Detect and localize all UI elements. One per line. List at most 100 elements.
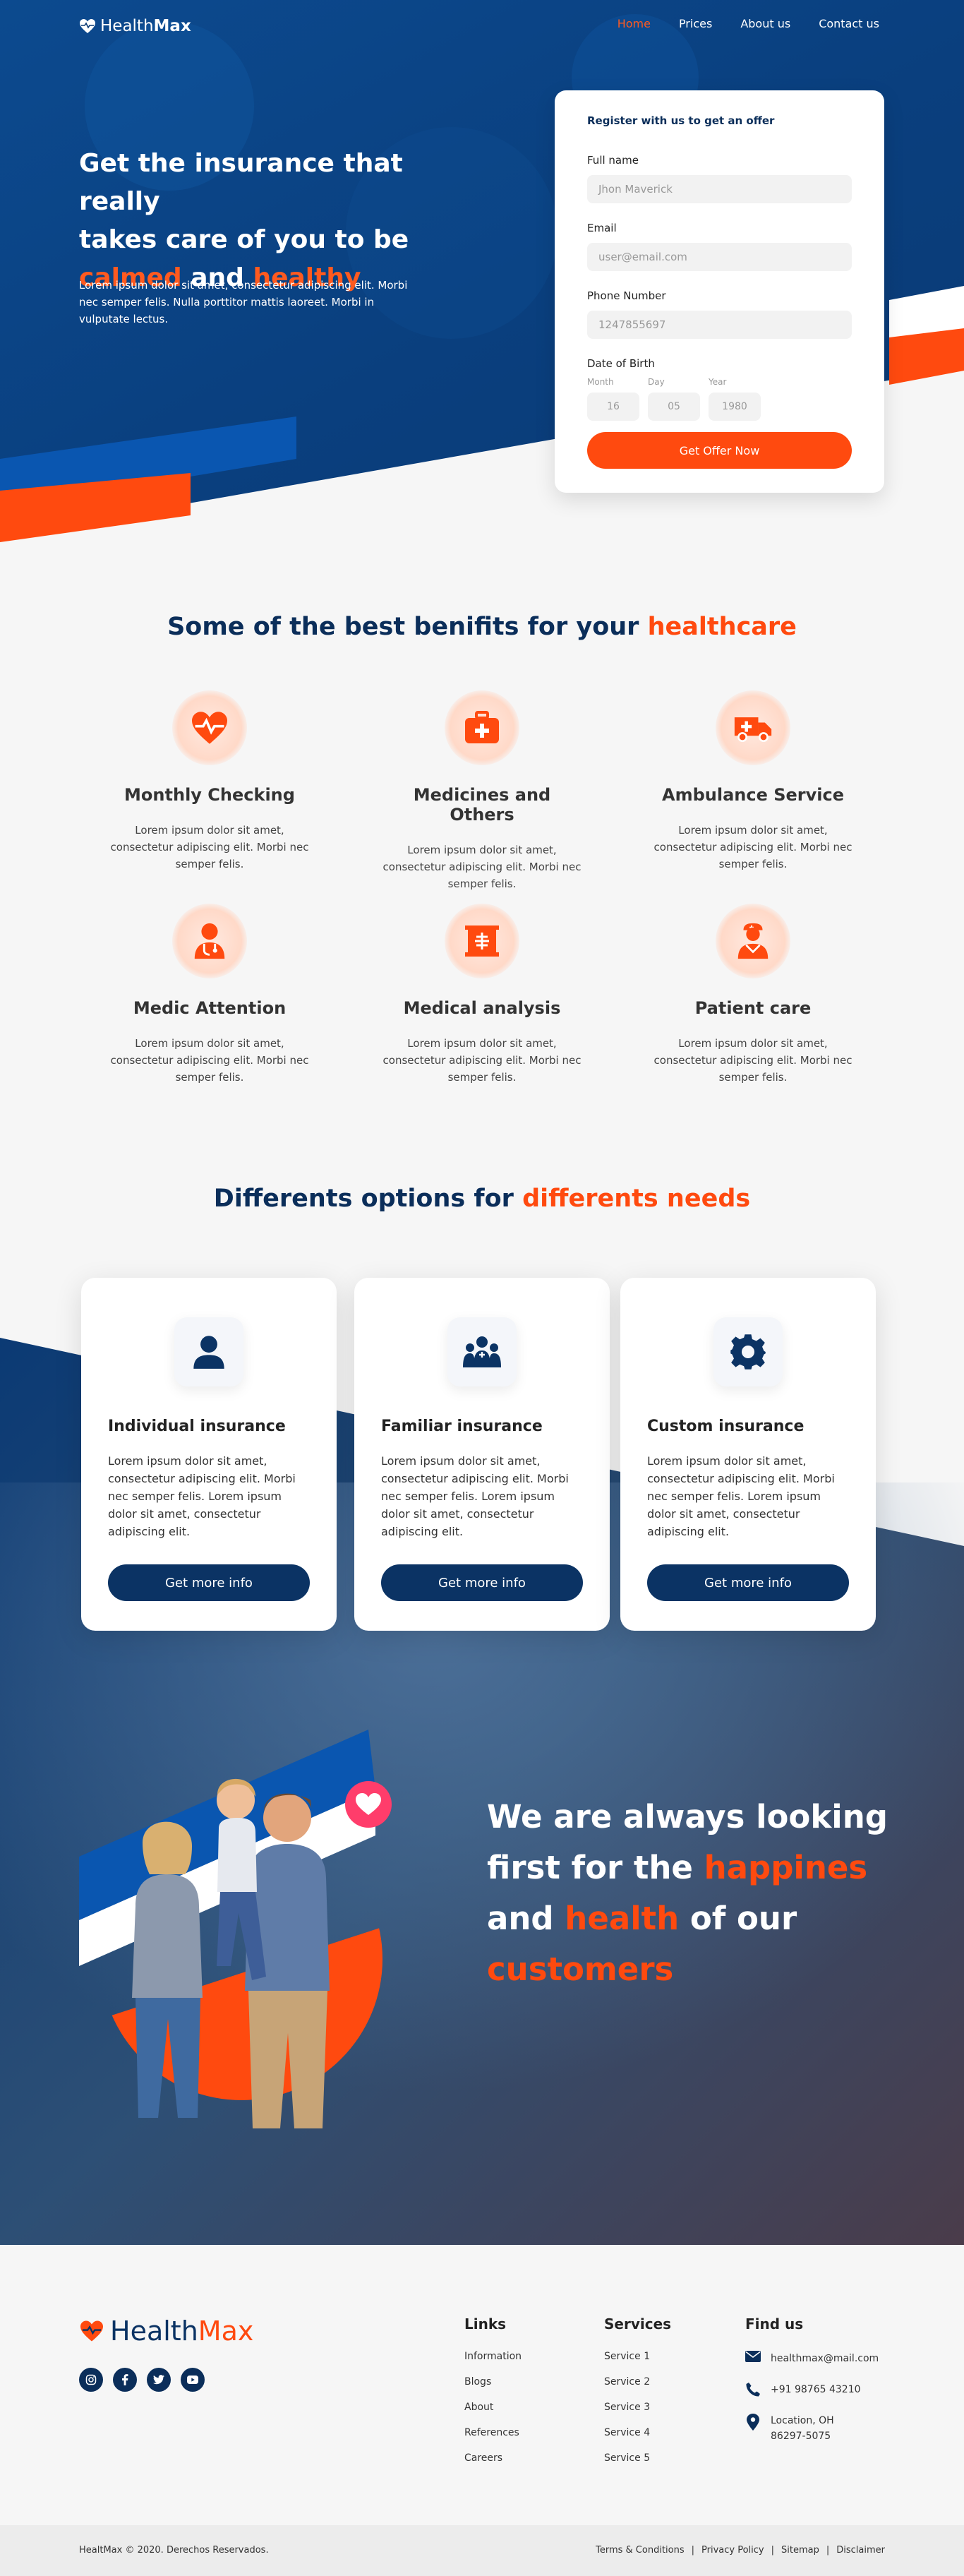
get-offer-button[interactable]: Get Offer Now bbox=[587, 432, 852, 469]
happiness-line1: We are always looking bbox=[487, 1798, 888, 1835]
family-icon bbox=[463, 1336, 501, 1367]
happiness-title: We are always looking first for the happ… bbox=[487, 1792, 910, 1995]
footer-phone[interactable]: +91 98765 43210 bbox=[745, 2382, 879, 2397]
x-ray-icon bbox=[465, 925, 499, 957]
main-nav: Home Prices About us Contact us bbox=[617, 17, 879, 30]
logo-text-light: Health bbox=[100, 17, 154, 35]
happiness-line3-post: of our bbox=[679, 1900, 797, 1937]
phone-icon bbox=[746, 2383, 760, 2397]
privacy-link[interactable]: Privacy Policy bbox=[701, 2545, 764, 2556]
footer-location[interactable]: Location, OH 86297-5075 bbox=[745, 2413, 879, 2444]
options-title-text: Differents options for bbox=[213, 1185, 523, 1213]
sitemap-link[interactable]: Sitemap bbox=[781, 2545, 819, 2556]
option-title: Custom insurance bbox=[647, 1418, 805, 1435]
benefit-text: Lorem ipsum dolor sit amet, consectetur … bbox=[653, 1037, 852, 1084]
benefit-item: Monthly Checking Lorem ipsum dolor sit a… bbox=[107, 690, 312, 873]
benefit-text: Lorem ipsum dolor sit amet, consectetur … bbox=[653, 824, 852, 870]
email-input[interactable]: user@email.com bbox=[587, 243, 852, 271]
terms-link[interactable]: Terms & Conditions bbox=[596, 2545, 685, 2556]
gear-icon bbox=[730, 1334, 766, 1370]
benefit-item: Patient care Lorem ipsum dolor sit amet,… bbox=[651, 904, 855, 1086]
more-info-button[interactable]: Get more info bbox=[381, 1564, 583, 1601]
benefit-text: Lorem ipsum dolor sit amet, consectetur … bbox=[382, 1037, 582, 1084]
benefits-title: Some of the best benifits for your healt… bbox=[0, 613, 964, 641]
instagram-icon[interactable] bbox=[79, 2368, 103, 2392]
benefit-icon-circle bbox=[716, 904, 790, 978]
dob-label: Date of Birth bbox=[587, 357, 655, 370]
dob-year: Year 1980 bbox=[709, 377, 761, 421]
nav-contact[interactable]: Contact us bbox=[819, 17, 879, 30]
heart-pulse-logo-icon bbox=[80, 2320, 103, 2342]
form-title: Register with us to get an offer bbox=[587, 114, 775, 127]
more-info-button[interactable]: Get more info bbox=[647, 1564, 849, 1601]
dob-month-input[interactable]: 16 bbox=[587, 393, 639, 421]
footer-service-3[interactable]: Service 3 bbox=[604, 2402, 671, 2427]
logo-text-bold: Max bbox=[153, 17, 191, 35]
option-title: Individual insurance bbox=[108, 1418, 286, 1435]
hero-title-line1: Get the insurance that really bbox=[79, 149, 403, 216]
happiness-line2: first for the bbox=[487, 1849, 704, 1886]
footer-logo-text: Health bbox=[110, 2316, 198, 2347]
heart-pulse-icon bbox=[192, 712, 227, 744]
twitter-icon[interactable] bbox=[147, 2368, 171, 2392]
dob-row: Month 16 Day 05 Year 1980 bbox=[587, 377, 852, 421]
footer-find-title: Find us bbox=[745, 2316, 804, 2332]
benefit-icon-circle bbox=[172, 904, 247, 978]
nav-prices[interactable]: Prices bbox=[679, 17, 712, 30]
benefit-text: Lorem ipsum dolor sit amet, consectetur … bbox=[382, 844, 582, 890]
benefits-title-text: Some of the best benifits for your bbox=[167, 613, 648, 641]
facebook-icon[interactable] bbox=[113, 2368, 137, 2392]
user-icon bbox=[193, 1336, 224, 1369]
hero-section: Health Max Home Prices About us Contact u… bbox=[0, 0, 964, 551]
footer-service-2[interactable]: Service 2 bbox=[604, 2376, 671, 2402]
option-title: Familiar insurance bbox=[381, 1418, 543, 1435]
footer-link-about[interactable]: About bbox=[464, 2402, 522, 2427]
benefit-title: Patient care bbox=[694, 998, 812, 1018]
benefits-title-highlight: healthcare bbox=[647, 613, 797, 641]
phone-input[interactable]: 1247855697 bbox=[587, 311, 852, 339]
full-name-input[interactable]: Jhon Maverick bbox=[587, 175, 852, 203]
ambulance-icon bbox=[734, 717, 772, 742]
footer-service-5[interactable]: Service 5 bbox=[604, 2452, 671, 2478]
happiness-line3-highlight: health bbox=[565, 1900, 680, 1937]
mail-icon bbox=[745, 2351, 761, 2362]
logo[interactable]: Health Max bbox=[79, 16, 191, 37]
location-pin-icon bbox=[747, 2414, 759, 2431]
footer-email[interactable]: healthmax@mail.com bbox=[745, 2351, 879, 2366]
benefit-item: Medicines and Others Lorem ipsum dolor s… bbox=[380, 690, 584, 892]
benefit-text: Lorem ipsum dolor sit amet, consectetur … bbox=[110, 824, 309, 870]
footer: Health Max Links Information Blogs About … bbox=[0, 2245, 964, 2525]
footer-link-blogs[interactable]: Blogs bbox=[464, 2376, 522, 2402]
full-name-label: Full name bbox=[587, 154, 639, 167]
more-info-button[interactable]: Get more info bbox=[108, 1564, 310, 1601]
bottom-bar: HealtMax © 2020. Derechos Reservados. Te… bbox=[0, 2525, 964, 2576]
dob-year-label: Year bbox=[709, 377, 727, 387]
social-links bbox=[79, 2368, 205, 2392]
benefit-item: Medic Attention Lorem ipsum dolor sit am… bbox=[107, 904, 312, 1086]
hero-title: Get the insurance that really takes care… bbox=[79, 145, 488, 297]
options-title-highlight: differents needs bbox=[522, 1185, 751, 1213]
hero-description: Lorem ipsum dolor sit amet, consectetur … bbox=[79, 279, 408, 325]
footer-logo[interactable]: Health Max bbox=[79, 2316, 253, 2347]
family-illustration bbox=[79, 1730, 392, 2128]
nav-home[interactable]: Home bbox=[617, 17, 651, 30]
footer-service-4[interactable]: Service 4 bbox=[604, 2427, 671, 2452]
dob-day-input[interactable]: 05 bbox=[648, 393, 700, 421]
footer-link-references[interactable]: References bbox=[464, 2427, 522, 2452]
benefit-title: Medicines and Others bbox=[413, 785, 551, 825]
footer-link-information[interactable]: Information bbox=[464, 2351, 522, 2376]
footer-link-careers[interactable]: Careers bbox=[464, 2452, 522, 2478]
option-icon-box bbox=[174, 1317, 243, 1386]
email-label: Email bbox=[587, 222, 617, 234]
dob-day: Day 05 bbox=[648, 377, 700, 421]
benefit-title: Monthly Checking bbox=[124, 785, 295, 805]
benefit-icon-circle bbox=[445, 690, 519, 765]
disclaimer-link[interactable]: Disclaimer bbox=[836, 2545, 885, 2556]
footer-service-1[interactable]: Service 1 bbox=[604, 2351, 671, 2376]
footer-logo-text-accent: Max bbox=[198, 2316, 254, 2347]
dob-year-input[interactable]: 1980 bbox=[709, 393, 761, 421]
nav-about[interactable]: About us bbox=[740, 17, 790, 30]
footer-location-line2: 86297-5075 bbox=[771, 2431, 831, 2442]
happiness-line3-pre: and bbox=[487, 1900, 565, 1937]
youtube-icon[interactable] bbox=[181, 2368, 205, 2392]
